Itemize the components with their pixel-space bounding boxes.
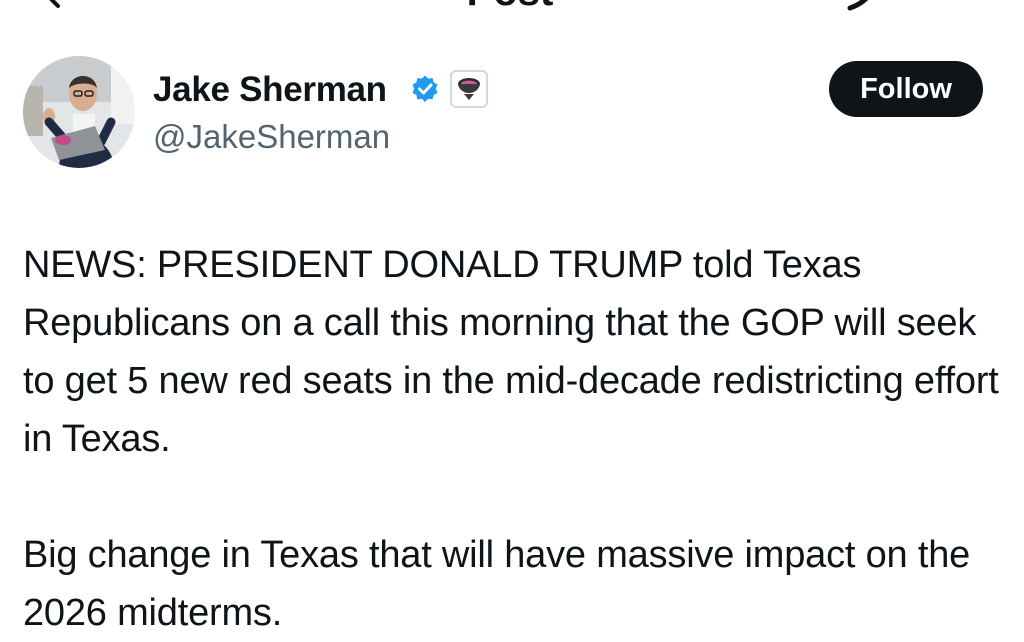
follow-button[interactable]: Follow [829, 61, 983, 117]
avatar-photo [23, 56, 135, 168]
author-handle[interactable]: @JakeSherman [153, 117, 390, 157]
page-title: Post [440, 0, 580, 14]
affiliate-badge-icon[interactable] [450, 70, 488, 108]
tweet-paragraph: NEWS: PRESIDENT DONALD TRUMP told Texas … [23, 244, 999, 460]
avatar[interactable] [23, 56, 135, 168]
grok-icon[interactable] [842, 0, 886, 14]
tweet-text: NEWS: PRESIDENT DONALD TRUMP told Texas … [23, 236, 1008, 642]
author-name[interactable]: Jake Sherman [153, 70, 387, 110]
verified-check-icon [412, 75, 438, 102]
arrow-left-icon[interactable] [40, 0, 80, 14]
top-navigation-bar: Post [0, 0, 1024, 18]
tweet-paragraph: Big change in Texas that will have massi… [23, 534, 971, 634]
